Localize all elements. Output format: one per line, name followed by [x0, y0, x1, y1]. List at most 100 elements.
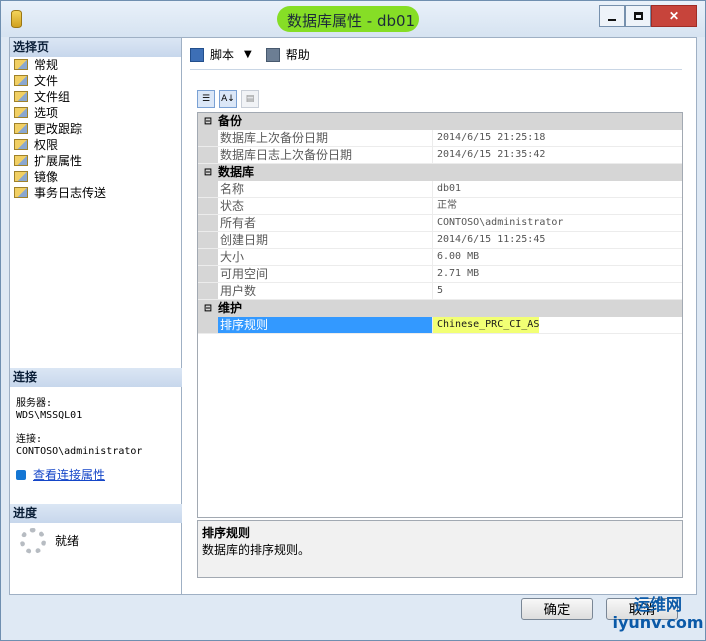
minimize-icon — [608, 18, 616, 21]
description-panel: 排序规则 数据库的排序规则。 — [197, 520, 683, 578]
script-dropdown-arrow-icon[interactable]: ▼ — [244, 49, 252, 60]
connection-properties-icon — [16, 470, 26, 480]
description-title: 排序规则 — [202, 526, 251, 540]
sidebar-item-mirroring[interactable]: 镜像 — [10, 169, 181, 185]
database-icon — [11, 10, 22, 28]
page-icon — [14, 75, 28, 86]
category-title: 维护 — [218, 301, 243, 315]
collapse-icon[interactable]: ⊟ — [198, 164, 218, 181]
script-icon[interactable] — [190, 47, 204, 62]
minimize-button[interactable] — [599, 5, 625, 27]
ok-button[interactable]: 确定 — [521, 598, 593, 620]
property-value: db01 — [437, 183, 462, 194]
page-icon — [14, 139, 28, 150]
select-page-sidebar: 选择页 常规 文件 文件组 选项 更改跟踪 权限 扩展属性 镜像 事务日志传送 … — [9, 37, 184, 595]
progress-status: 就绪 — [55, 534, 80, 548]
property-value: 2.71 MB — [437, 268, 480, 279]
property-value: 2014/6/15 21:25:18 — [437, 132, 546, 143]
category-title: 数据库 — [218, 165, 255, 179]
button-bar: 确定 取消 — [1, 595, 705, 640]
title-bar[interactable]: 数据库属性 - db01 ✕ — [1, 1, 705, 37]
property-value: 2014/6/15 21:35:42 — [437, 149, 546, 160]
property-row[interactable]: 所有者 CONTOSO\administrator — [198, 215, 682, 232]
connection-details: 服务器: WDS\MSSQL01 连接: CONTOSO\administrat… — [16, 398, 142, 458]
database-properties-window: 数据库属性 - db01 ✕ 选择页 常规 文件 文件组 选项 更改跟踪 权限 … — [0, 0, 706, 641]
category-database[interactable]: ⊟ 数据库 — [198, 164, 682, 181]
page-icon — [14, 123, 28, 134]
page-icon — [14, 155, 28, 166]
property-name: 所有者 — [218, 215, 433, 231]
page-label: 文件 — [34, 74, 59, 88]
sidebar-item-files[interactable]: 文件 — [10, 73, 181, 89]
sidebar-item-permissions[interactable]: 权限 — [10, 137, 181, 153]
sidebar-item-change-tracking[interactable]: 更改跟踪 — [10, 121, 181, 137]
page-label: 更改跟踪 — [34, 122, 83, 136]
property-value: 5 — [437, 285, 444, 296]
property-row-selected[interactable]: 排序规则 Chinese_PRC_CI_AS — [198, 317, 682, 334]
view-connection-properties-link[interactable]: 查看连接属性 — [16, 466, 105, 483]
page-icon — [14, 171, 28, 182]
sidebar-item-general[interactable]: 常规 — [10, 57, 181, 73]
property-row[interactable]: 大小 6.00 MB — [198, 249, 682, 266]
view-connection-properties-label: 查看连接属性 — [33, 468, 106, 482]
collapse-icon[interactable]: ⊟ — [198, 300, 218, 317]
property-value: CONTOSO\administrator — [437, 217, 564, 228]
progress-spinner-icon — [20, 528, 46, 554]
property-name: 大小 — [218, 249, 433, 265]
category-backup[interactable]: ⊟ 备份 — [198, 113, 682, 130]
property-row[interactable]: 名称 db01 — [198, 181, 682, 198]
maximize-icon — [633, 12, 643, 20]
property-row[interactable]: 数据库上次备份日期 2014/6/15 21:25:18 — [198, 130, 682, 147]
collapse-icon[interactable]: ⊟ — [198, 113, 218, 130]
alphabetical-sort-button[interactable]: A↓ — [219, 90, 237, 108]
categorized-view-button[interactable]: ☰ — [197, 90, 215, 108]
property-row[interactable]: 创建日期 2014/6/15 11:25:45 — [198, 232, 682, 249]
category-maintenance[interactable]: ⊟ 维护 — [198, 300, 682, 317]
property-name: 数据库日志上次备份日期 — [218, 147, 433, 163]
connection-value: CONTOSO\administrator — [16, 446, 143, 457]
property-grid[interactable]: ⊟ 备份 数据库上次备份日期 2014/6/15 21:25:18 数据库日志上次备… — [197, 112, 683, 518]
property-name: 可用空间 — [218, 266, 433, 282]
property-row[interactable]: 可用空间 2.71 MB — [198, 266, 682, 283]
help-icon[interactable] — [265, 47, 280, 62]
property-value: 2014/6/15 11:25:45 — [437, 234, 546, 245]
sidebar-item-filegroups[interactable]: 文件组 — [10, 89, 181, 105]
page-label: 事务日志传送 — [34, 186, 107, 200]
page-icon — [14, 107, 28, 118]
sidebar-item-options[interactable]: 选项 — [10, 105, 181, 121]
property-name: 创建日期 — [218, 232, 433, 248]
property-pages-button[interactable]: ▤ — [241, 90, 259, 108]
toolbar-separator — [190, 69, 682, 70]
script-button[interactable]: 脚本 — [210, 46, 234, 63]
property-value: Chinese_PRC_CI_AS — [433, 317, 540, 333]
property-name: 状态 — [218, 198, 433, 214]
page-label: 常规 — [34, 58, 59, 72]
sidebar-item-extended-properties[interactable]: 扩展属性 — [10, 153, 181, 169]
property-name: 数据库上次备份日期 — [218, 130, 433, 146]
page-list: 常规 文件 文件组 选项 更改跟踪 权限 扩展属性 镜像 事务日志传送 — [10, 57, 181, 201]
property-row[interactable]: 用户数 5 — [198, 283, 682, 300]
page-label: 文件组 — [34, 90, 71, 104]
page-label: 权限 — [34, 138, 59, 152]
property-grid-toolbar: ☰ A↓ ▤ — [197, 88, 259, 110]
connection-header: 连接 — [10, 368, 184, 387]
sidebar-item-log-shipping[interactable]: 事务日志传送 — [10, 185, 181, 201]
page-label: 扩展属性 — [34, 154, 83, 168]
page-icon — [14, 59, 28, 70]
property-name: 名称 — [218, 181, 433, 197]
select-page-header: 选择页 — [10, 38, 181, 57]
property-name: 排序规则 — [218, 317, 433, 333]
property-row[interactable]: 状态 正常 — [198, 198, 682, 215]
property-value: 正常 — [437, 200, 457, 211]
connection-label: 连接: — [16, 434, 43, 445]
close-button[interactable]: ✕ — [651, 5, 697, 27]
close-icon: ✕ — [668, 9, 680, 23]
maximize-button[interactable] — [625, 5, 651, 27]
page-icon — [14, 91, 28, 102]
property-row[interactable]: 数据库日志上次备份日期 2014/6/15 21:35:42 — [198, 147, 682, 164]
page-label: 镜像 — [34, 170, 59, 184]
categorized-view-icon: ☰ — [201, 94, 211, 104]
help-button[interactable]: 帮助 — [286, 46, 310, 63]
alphabetical-sort-icon: A↓ — [221, 94, 235, 104]
description-text: 数据库的排序规则。 — [202, 543, 311, 557]
